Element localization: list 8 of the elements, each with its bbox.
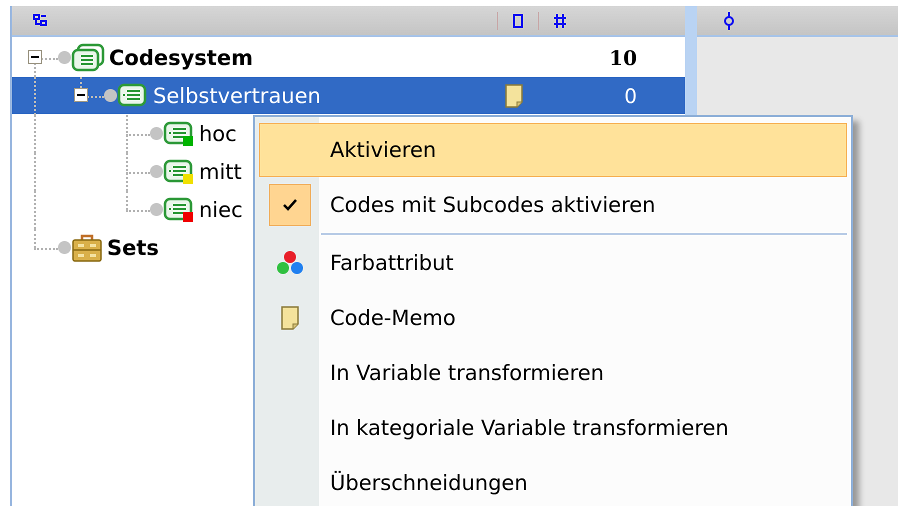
tree-item-label: Sets <box>107 236 159 260</box>
tree-item-label: hoc <box>199 122 237 146</box>
tree-item-label: Codesystem <box>109 46 253 70</box>
code-count: 0 <box>624 84 637 108</box>
tree-item-label: mitt <box>199 160 242 184</box>
tree-item-label: niec <box>199 198 243 222</box>
code-count: 10 <box>609 46 637 70</box>
tree-item-label: Selbstvertrauen <box>153 84 321 108</box>
